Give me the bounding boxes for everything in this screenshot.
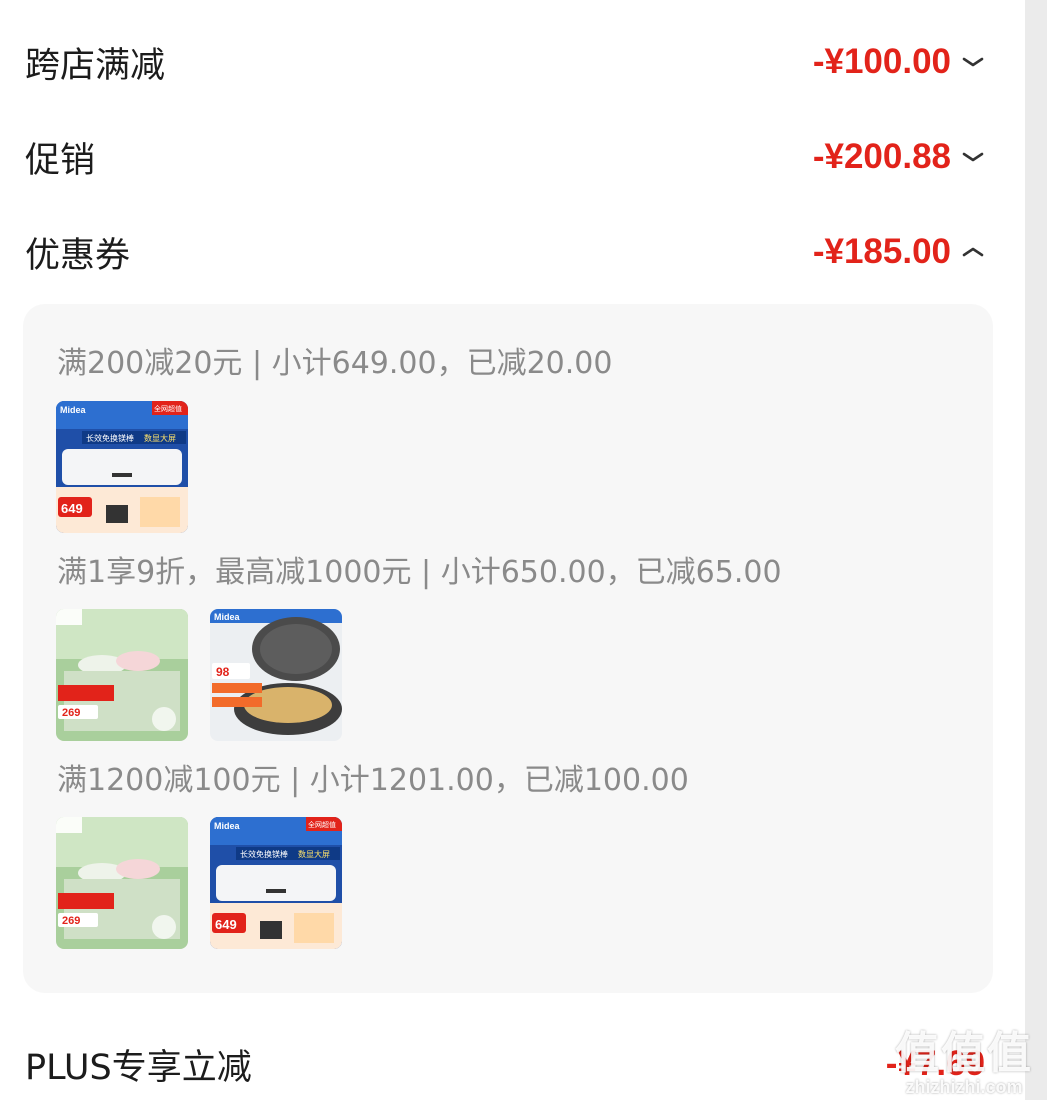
price-text: 649 [61, 501, 83, 516]
scrollbar[interactable] [1025, 0, 1047, 1100]
brand-text: Midea [214, 821, 241, 831]
price-text: 269 [62, 707, 80, 719]
plus-discount-label: PLUS专享立减 [25, 1047, 252, 1088]
coupon-rule-1: 满200减20元 | 小计649.00，已减20.00 [57, 346, 613, 381]
coupon-rule-3: 满1200减100元 | 小计1201.00，已减100.00 [57, 763, 689, 798]
watermark-logo: 值值值 zhizhizhi.com [895, 1029, 1033, 1097]
price-text: 269 [62, 915, 80, 927]
product-thumbnail-bedding[interactable]: 269 [56, 817, 188, 949]
coupon-rule-2: 满1享9折，最高减1000元 | 小计650.00，已减65.00 [57, 555, 782, 590]
subheadline-text: 数显大屏 [144, 433, 176, 443]
brand-text: Midea [60, 405, 87, 415]
chevron-down-icon[interactable] [961, 147, 985, 167]
corner-badge-text: 全网超值 [308, 820, 336, 829]
subheadline-text: 数显大屏 [298, 849, 330, 859]
headline-text: 长效免换镁棒 [240, 849, 288, 859]
plus-discount-row[interactable]: PLUS专享立减 -¥7.69 [25, 1034, 985, 1094]
promotion-amount: -¥200.88 [812, 137, 951, 176]
product-thumbnail-pan[interactable]: Midea 98 [210, 609, 342, 741]
product-thumbnail-water-heater[interactable]: Midea 全网超值 长效免换镁棒 数显大屏 649 [210, 817, 342, 949]
watermark-url: zhizhizhi.com [905, 1077, 1023, 1097]
watermark-text: 值值值 [895, 1029, 1033, 1078]
promotion-label: 促销 [25, 140, 96, 181]
promotion-row[interactable]: 促销 -¥200.88 [25, 127, 985, 187]
cross-store-discount-row[interactable]: 跨店满减 -¥100.00 [25, 32, 985, 92]
cross-store-discount-label: 跨店满减 [25, 45, 166, 86]
corner-badge-text: 全网超值 [154, 404, 182, 413]
chevron-up-icon[interactable] [961, 242, 985, 262]
coupon-label: 优惠券 [25, 235, 131, 276]
coupon-row[interactable]: 优惠券 -¥185.00 [25, 222, 985, 282]
product-thumbnail-bedding[interactable]: 269 [56, 609, 188, 741]
brand-text: Midea [214, 612, 241, 622]
chevron-down-icon[interactable] [961, 52, 985, 72]
headline-text: 长效免换镁棒 [86, 433, 134, 443]
price-text: 98 [216, 665, 230, 679]
cross-store-discount-amount: -¥100.00 [812, 42, 951, 81]
product-thumbnail-water-heater[interactable]: Midea 全网超值 长效免换镁棒 数显大屏 649 [56, 401, 188, 533]
coupon-amount: -¥185.00 [812, 232, 951, 271]
price-text: 649 [215, 917, 237, 932]
